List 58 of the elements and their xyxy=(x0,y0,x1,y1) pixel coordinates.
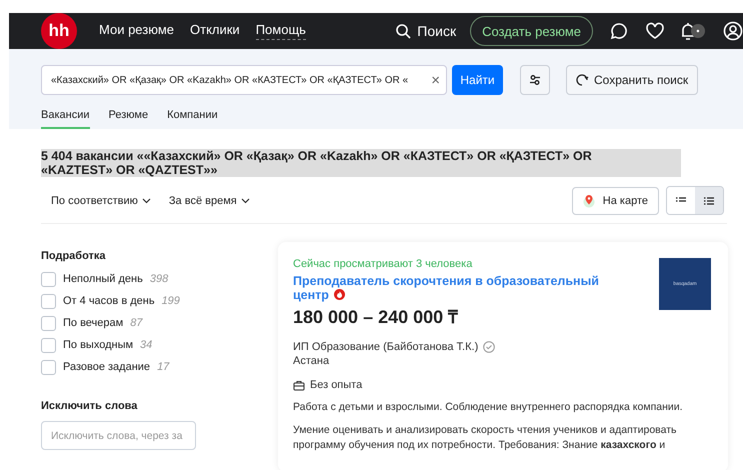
search-field[interactable]: «Казахский» OR «Қазақ» OR «Kazakh» OR «КАЗТЕСТ» OR «ҚАЗТЕСТ» OR « × xyxy=(41,65,447,95)
filter-count: 17 xyxy=(157,361,170,373)
description-text: Работа с детьми и взрослыми. Соблюдение внутреннего распорядка компании. xyxy=(293,400,684,415)
checkbox[interactable] xyxy=(41,316,56,330)
checkbox[interactable] xyxy=(41,272,56,286)
search-icon xyxy=(395,23,412,39)
sort-dropdown[interactable]: По соответствию xyxy=(51,194,151,206)
viewers-text: Сейчас просматривают 3 человека xyxy=(293,258,474,270)
chat-icon[interactable] xyxy=(609,21,629,41)
list-icon xyxy=(703,196,715,206)
filter-label: Разовое задание xyxy=(63,361,150,373)
chevron-down-icon xyxy=(142,198,151,204)
nav-link[interactable]: Мои резюме xyxy=(99,22,174,40)
sliders-icon xyxy=(529,74,541,86)
logo[interactable]: hh xyxy=(41,13,77,49)
map-pin-icon xyxy=(582,194,595,208)
city: Астана xyxy=(293,354,330,368)
experience: Без опыта xyxy=(310,378,362,392)
filters-button[interactable] xyxy=(520,65,550,95)
nav-link[interactable]: Помощь xyxy=(256,22,306,40)
filter-label: По выходным xyxy=(63,339,134,351)
filter-heading: Подработка xyxy=(41,250,107,262)
vacancy-title[interactable]: Преподаватель скорочтения в образовательный центр xyxy=(293,274,633,302)
description-text: Умение оценивать и анализировать скорость чтения учеников и адаптировать программу обучения под их потребности. Требования: Знание казахского и xyxy=(293,423,678,453)
filter-label: От 4 часов в день xyxy=(63,295,155,307)
map-button[interactable]: На карте xyxy=(572,186,659,214)
tab[interactable]: Резюме xyxy=(108,109,148,129)
briefcase-icon xyxy=(293,380,305,390)
filter-count: 398 xyxy=(150,273,168,285)
salary: 180 000 – 240 000 ₸ xyxy=(293,306,460,328)
filter-count: 199 xyxy=(162,295,180,307)
create-resume-button[interactable]: Создать резюме xyxy=(470,16,593,46)
find-button[interactable]: Найти xyxy=(452,65,503,95)
refresh-icon xyxy=(576,74,589,86)
tab[interactable]: Компании xyxy=(167,109,218,129)
checkbox[interactable] xyxy=(41,338,56,352)
exclude-words-field[interactable]: Исключить слова, через за xyxy=(41,421,196,450)
profile-icon[interactable] xyxy=(723,21,743,41)
filter-label: По вечерам xyxy=(63,317,124,329)
bell-icon[interactable] xyxy=(681,21,695,41)
tab[interactable]: Вакансии xyxy=(41,109,90,129)
clear-button[interactable]: × xyxy=(429,72,442,88)
filter-heading: Исключить слова xyxy=(41,400,138,412)
chevron-down-icon xyxy=(240,198,250,204)
checkbox[interactable] xyxy=(41,294,56,308)
save-search-button[interactable]: Сохранить поиск xyxy=(566,65,698,95)
nav-link[interactable]: Отклики xyxy=(190,22,240,40)
filter-label: Неполный день xyxy=(63,273,143,285)
results-title: 5 404 вакансии ««Казахский» OR «Қазақ» OR «Kazakh» OR «КАЗТЕСТ» OR «ҚАЗТЕСТ» OR «KAZTEST» OR «QAZTEST»» xyxy=(41,149,681,177)
search-link[interactable]: Поиск xyxy=(395,23,456,39)
notification-badge: • xyxy=(691,24,705,38)
checkbox[interactable] xyxy=(41,360,56,374)
heart-icon[interactable] xyxy=(645,22,665,40)
filter-count: 34 xyxy=(140,339,152,351)
company-name[interactable]: ИП Образование (Байботанова Т.К.) xyxy=(293,340,478,354)
filter-count: 87 xyxy=(130,317,142,329)
view-toggle[interactable] xyxy=(695,187,723,214)
sort-dropdown[interactable]: За всё время xyxy=(168,194,250,206)
